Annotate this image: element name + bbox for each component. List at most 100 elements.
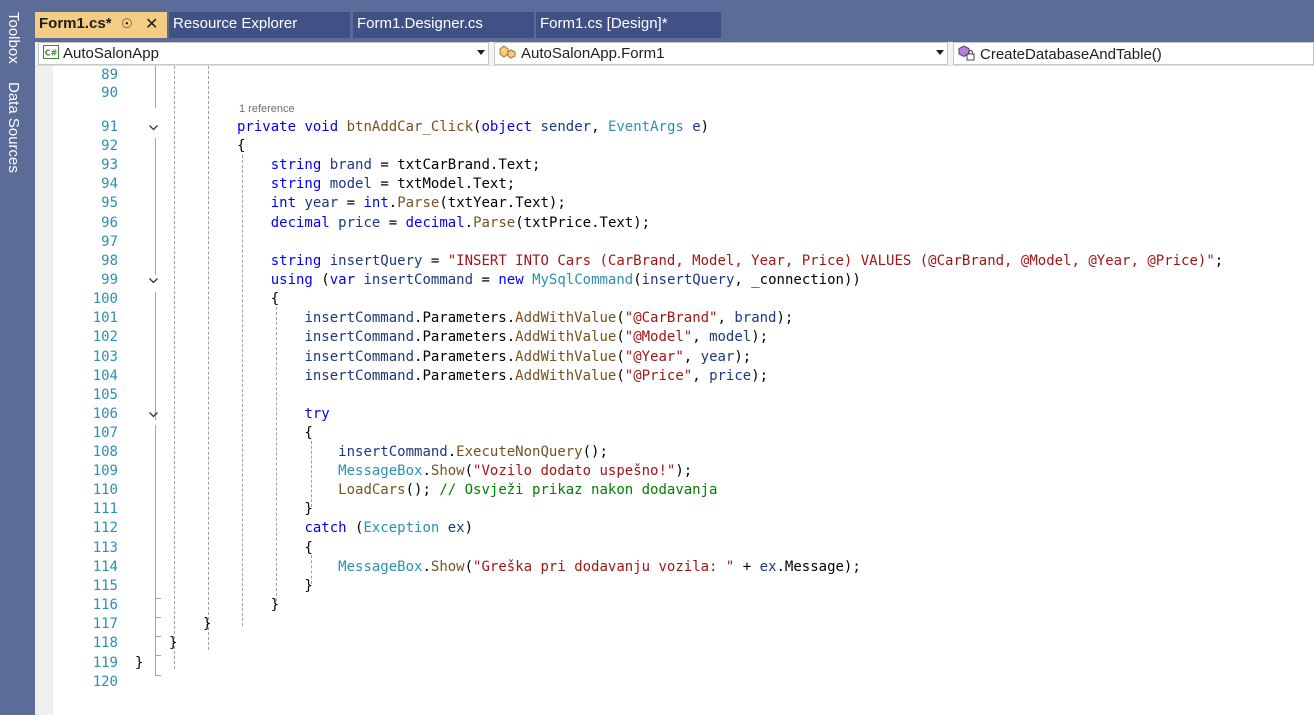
- collapse-chevron-icon[interactable]: [148, 122, 159, 133]
- code-token: (txtPrice.Text);: [515, 215, 651, 231]
- line-number: 106: [92, 406, 118, 422]
- tab-resource-explorer[interactable]: Resource Explorer: [169, 12, 350, 38]
- code-token: , _connection)): [734, 272, 861, 288]
- svg-text:C#: C#: [45, 49, 58, 58]
- code-line: 90: [35, 84, 1314, 103]
- codelens-references[interactable]: 1 reference: [239, 103, 295, 115]
- member-dropdown[interactable]: CreateDatabaseAndTable(): [953, 42, 1314, 65]
- code-token: brand: [734, 310, 777, 326]
- line-number: 96: [101, 215, 118, 231]
- pin-icon[interactable]: ☉: [121, 16, 133, 32]
- code-token: private: [237, 119, 297, 135]
- code-token: AddWithValue: [515, 368, 617, 384]
- code-token: (: [633, 272, 642, 288]
- code-token: AddWithValue: [515, 329, 617, 345]
- code-line: 120: [35, 673, 1314, 692]
- code-text: insertCommand.ExecuteNonQuery();: [237, 443, 608, 462]
- code-text: insertCommand.Parameters.AddWithValue("@…: [237, 328, 768, 347]
- code-token: {: [237, 291, 280, 307]
- code-text: using (var insertCommand = new MySqlComm…: [237, 271, 861, 290]
- code-token: model: [329, 176, 372, 192]
- navigation-bar: C# AutoSalonApp AutoSalonApp.Form1 Creat…: [35, 42, 1314, 66]
- line-number: 99: [101, 272, 118, 288]
- class-name: AutoSalonApp.Form1: [521, 45, 665, 62]
- code-editor[interactable]: 1 reference 89 90 91 private void btnAddCar…: [35, 66, 1314, 715]
- tab-form1-designer-cs[interactable]: Form1.Designer.cs: [353, 12, 534, 38]
- code-token: "@Model": [624, 329, 693, 345]
- code-token: .Parameters.: [414, 329, 516, 345]
- code-token: );: [751, 329, 769, 345]
- code-token: brand: [329, 157, 372, 173]
- line-number: 108: [92, 444, 118, 460]
- class-dropdown[interactable]: AutoSalonApp.Form1: [494, 42, 948, 65]
- project-dropdown[interactable]: C# AutoSalonApp: [38, 42, 489, 65]
- code-token: }: [237, 597, 280, 613]
- code-text: string brand = txtCarBrand.Text;: [237, 156, 541, 175]
- code-token: btnAddCar_Click: [346, 119, 474, 135]
- code-token: insertCommand: [304, 310, 415, 326]
- code-token: year: [700, 349, 735, 365]
- tab-form1-design[interactable]: Form1.cs [Design]*: [536, 12, 721, 38]
- code-line: 99 using (var insertCommand = new MySqlC…: [35, 271, 1314, 290]
- line-number: 100: [92, 291, 118, 307]
- line-number: 92: [101, 138, 118, 154]
- code-line: 104 insertCommand.Parameters.AddWithValu…: [35, 367, 1314, 386]
- data-sources-side-tab[interactable]: Data Sources: [5, 82, 22, 173]
- code-token: "Greška pri dodavanju vozila: ": [473, 559, 735, 575]
- code-token: }: [169, 635, 178, 651]
- code-line: 115 }: [35, 577, 1314, 596]
- line-number: 107: [92, 425, 118, 441]
- code-text: {: [237, 137, 245, 156]
- code-token: insertCommand: [304, 349, 415, 365]
- line-number: 120: [92, 674, 118, 690]
- code-line: 109 MessageBox.Show("Vozilo dodato uspeš…: [35, 462, 1314, 481]
- collapse-chevron-icon[interactable]: [148, 409, 159, 420]
- collapse-chevron-icon[interactable]: [148, 275, 159, 286]
- close-icon[interactable]: ✕: [145, 14, 158, 34]
- line-number: 111: [92, 501, 118, 517]
- code-text: int year = int.Parse(txtYear.Text);: [237, 194, 566, 213]
- code-line: 118}: [35, 634, 1314, 653]
- code-line: 112 catch (Exception ex): [35, 519, 1314, 538]
- code-token: (txtYear.Text);: [439, 195, 566, 211]
- project-name: AutoSalonApp: [63, 45, 159, 62]
- code-token: .: [388, 195, 398, 211]
- code-token: =: [371, 157, 398, 173]
- code-token: ,: [692, 368, 710, 384]
- code-line: 108 insertCommand.ExecuteNonQuery();: [35, 443, 1314, 462]
- toolbox-side-tab[interactable]: Toolbox: [5, 12, 22, 64]
- code-line: 101 insertCommand.Parameters.AddWithValu…: [35, 309, 1314, 328]
- code-token: MessageBox: [338, 559, 423, 575]
- line-number: 116: [92, 597, 118, 613]
- code-token: ex: [447, 520, 465, 536]
- tab-label: Form1.Designer.cs: [357, 15, 483, 32]
- method-lock-icon: [958, 45, 976, 64]
- code-token: ;: [1214, 253, 1224, 269]
- code-token: (: [464, 559, 474, 575]
- code-token: sender: [540, 119, 592, 135]
- code-line: 114 MessageBox.Show("Greška pri dodavanj…: [35, 558, 1314, 577]
- code-text: string model = txtModel.Text;: [237, 175, 515, 194]
- code-token: int: [363, 195, 389, 211]
- code-token: AddWithValue: [515, 349, 617, 365]
- code-token: .Parameters.: [414, 310, 516, 326]
- code-token: );: [751, 368, 769, 384]
- code-token: }: [237, 578, 313, 594]
- code-token: );: [734, 349, 752, 365]
- csharp-project-icon: C#: [43, 45, 59, 63]
- code-token: decimal: [405, 215, 465, 231]
- code-line: 110 LoadCars(); // Osvježi prikaz nakon …: [35, 481, 1314, 500]
- tab-form1-cs[interactable]: Form1.cs* ☉ ✕: [35, 12, 167, 38]
- line-number: 93: [101, 157, 118, 173]
- code-token: (: [346, 520, 364, 536]
- document-tab-bar: Form1.cs* ☉ ✕ Resource Explorer Form1.De…: [35, 0, 1314, 42]
- code-line: 107 {: [35, 424, 1314, 443]
- code-token: );: [675, 463, 693, 479]
